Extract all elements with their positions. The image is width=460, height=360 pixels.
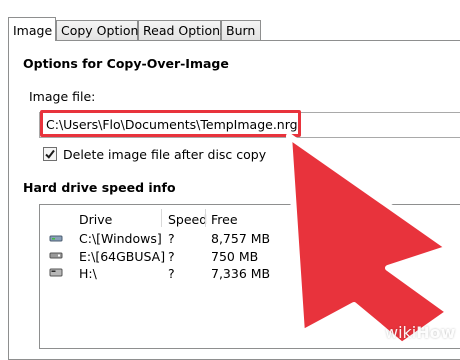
watermark-prefix: wiki <box>385 323 417 342</box>
tab-image[interactable]: Image <box>8 17 56 41</box>
watermark-suffix: How <box>416 323 456 342</box>
arrow-cursor-icon <box>286 133 452 345</box>
watermark: wikiHow <box>385 323 455 342</box>
